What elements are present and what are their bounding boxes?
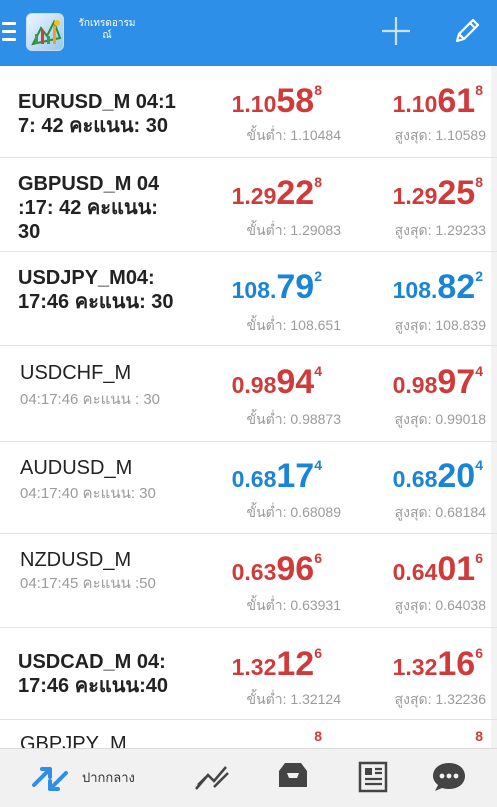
symbol-time: 04:17:46 คะแนน : 30 [20, 391, 161, 408]
high-value: สูงสุด: 0.64038 [394, 597, 486, 613]
symbol-name: USDCHF_M [20, 362, 132, 384]
nav-news-icon[interactable] [355, 759, 391, 799]
bid-price: 108.792 [231, 268, 322, 306]
symbol-name: GBPJPY_M [20, 733, 127, 748]
nav-quotes[interactable] [30, 763, 72, 799]
bid-price: 0.63966 [231, 550, 322, 588]
bottom-nav: ปากกลาง [0, 748, 497, 807]
bid-price: 1.10588 [231, 82, 322, 120]
symbol-label: EURUSD_M 04:1 7: 42 คะแนน: 30 [18, 91, 176, 137]
symbol-name: NZDUSD_M [20, 549, 132, 571]
quote-row[interactable]: USDCHF_M 04:17:46 คะแนน : 30 0.98944 0.9… [0, 346, 497, 442]
low-value: ขั้นต่ำ: 1.10484 [246, 127, 341, 143]
menu-icon[interactable] [2, 22, 16, 42]
ask-price: 0.68204 [392, 457, 483, 495]
app-logo [26, 13, 64, 51]
quote-row[interactable]: AUDUSD_M 04:17:40 คะแนน: 30 0.68174 0.68… [0, 442, 497, 534]
low-value: ขั้นต่ำ: 0.63931 [246, 597, 341, 613]
low-value: ขั้นต่ำ: 1.32124 [246, 691, 341, 707]
high-value: สูงสุด: 1.29233 [394, 222, 486, 238]
symbol-time: 04:17:40 คะแนน: 30 [20, 485, 156, 502]
low-value: ขั้นต่ำ: 108.651 [246, 317, 341, 333]
app-bar: รักเทรดอารม ณ์ [0, 0, 497, 66]
bid-price: 1.32126 [231, 645, 322, 683]
quote-row[interactable]: EURUSD_M 04:1 7: 42 คะแนน: 30 1.10588 1.… [0, 66, 497, 158]
high-value: สูงสุด: 1.32236 [394, 691, 486, 707]
high-value: สูงสุด: 1.10589 [394, 127, 486, 143]
high-value: สูงสุด: 0.68184 [394, 504, 486, 520]
nav-trade-icon[interactable] [275, 759, 311, 797]
ask-price: 108.822 [392, 268, 483, 306]
app-title-line2: ณ์ [102, 30, 112, 41]
ask-price: 1.10618 [392, 82, 483, 120]
symbol-label: USDJPY_M04: 17:46 คะแนน: 30 [18, 267, 174, 313]
high-value: สูงสุด: 108.839 [394, 317, 486, 333]
quote-row[interactable]: NZDUSD_M 04:17:45 คะแนน :50 0.63966 0.64… [0, 534, 497, 628]
bid-price: 0.98944 [231, 363, 322, 401]
symbol-time: 04:17:45 คะแนน :50 [20, 575, 156, 592]
low-value: ขั้นต่ำ: 1.29083 [246, 222, 341, 238]
bid-price: 1.29228 [231, 174, 322, 212]
nav-chat-icon[interactable] [430, 759, 468, 799]
symbol-label: GBPUSD_M 04 :17: 42 คะแนน: 30 [18, 173, 160, 243]
ask-price: 0.98974 [392, 363, 483, 401]
ask-price: 8 [475, 728, 483, 744]
ask-price: 1.32166 [392, 645, 483, 683]
nav-chart-icon[interactable] [192, 759, 232, 799]
low-value: ขั้นต่ำ: 0.98873 [246, 411, 341, 427]
ask-price: 1.29258 [392, 174, 483, 212]
bid-price: 0.68174 [231, 457, 322, 495]
app-title: รักเทรดอารม ณ์ [72, 18, 142, 42]
quote-row[interactable]: GBPUSD_M 04 :17: 42 คะแนน: 30 1.29228 1.… [0, 158, 497, 252]
symbol-label: USDCAD_M 04: 17:46 คะแนน:40 [18, 651, 168, 697]
high-value: สูงสุด: 0.99018 [394, 411, 486, 427]
low-value: ขั้นต่ำ: 0.68089 [246, 504, 341, 520]
app-title-line1: รักเทรดอารม [78, 18, 136, 29]
ask-price: 0.64016 [392, 550, 483, 588]
bid-price: 8 [314, 728, 322, 744]
quote-row[interactable]: USDCAD_M 04: 17:46 คะแนน:40 1.32126 1.32… [0, 628, 497, 720]
nav-quotes-label[interactable]: ปากกลาง [82, 767, 135, 788]
quote-row[interactable]: GBPJPY_M 8 8 [0, 720, 497, 748]
add-symbol-icon[interactable] [380, 15, 412, 47]
pencil-icon[interactable] [450, 14, 484, 48]
symbol-name: AUDUSD_M [20, 457, 133, 479]
quote-row[interactable]: USDJPY_M04: 17:46 คะแนน: 30 108.792 108.… [0, 252, 497, 346]
quote-list[interactable]: EURUSD_M 04:1 7: 42 คะแนน: 30 1.10588 1.… [0, 66, 497, 748]
